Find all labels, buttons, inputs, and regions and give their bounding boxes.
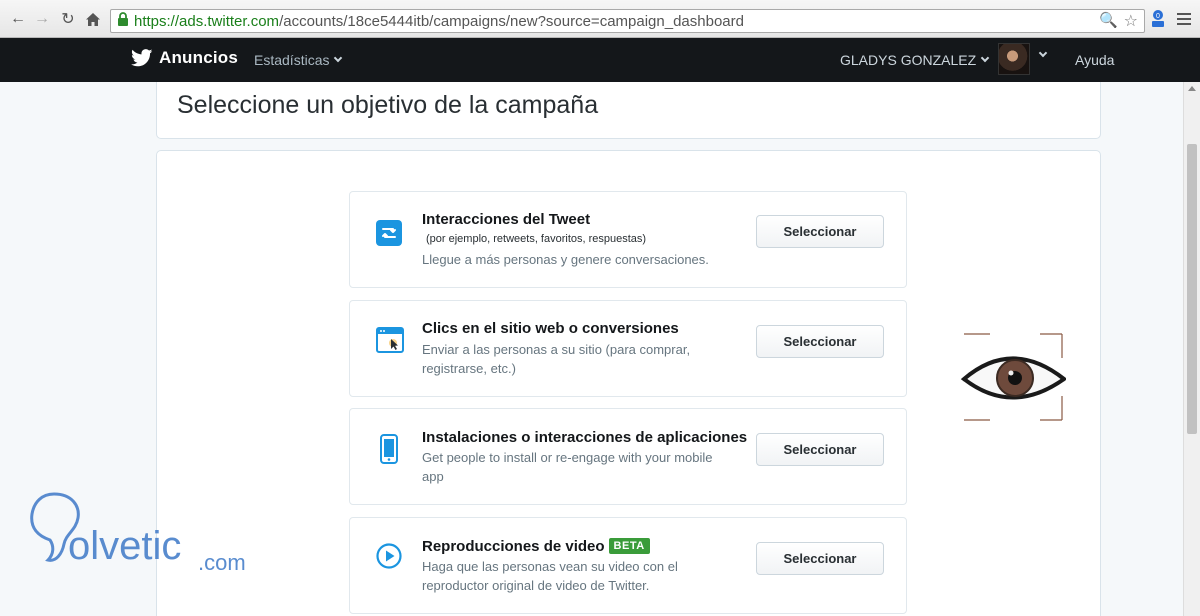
- objective-card-tweet-engagements: Interacciones del Tweet (por ejemplo, re…: [349, 191, 907, 288]
- stats-menu-label: Estadísticas: [254, 52, 330, 68]
- objective-card-app-installs: Instalaciones o interacciones de aplicac…: [349, 408, 907, 505]
- avatar[interactable]: [998, 43, 1030, 75]
- scroll-up-arrow-icon[interactable]: [1188, 86, 1196, 91]
- extension-icon[interactable]: 0: [1150, 9, 1166, 29]
- address-bar[interactable]: https://ads.twitter.com/accounts/18ce544…: [110, 9, 1145, 33]
- url-host: https://ads.twitter.com: [134, 12, 280, 30]
- user-menu[interactable]: GLADYS GONZALEZ: [840, 52, 990, 68]
- objective-description: Llegue a más personas y genere conversac…: [422, 252, 709, 267]
- select-button-app-installs[interactable]: Seleccionar: [756, 433, 884, 466]
- url-path: /accounts/18ce5444itb/campaigns/new?sour…: [279, 12, 744, 30]
- solvetic-watermark: olvetic .com: [20, 488, 260, 578]
- play-icon: [376, 543, 402, 569]
- select-button-website-clicks[interactable]: Seleccionar: [756, 325, 884, 358]
- brand-link[interactable]: Anuncios: [131, 48, 238, 68]
- page-title: Seleccione un objetivo de la campaña: [177, 91, 599, 119]
- lock-icon: [117, 12, 129, 30]
- objective-title: Interacciones del Tweet: [422, 211, 591, 228]
- objective-title: Instalaciones o interacciones de aplicac…: [422, 429, 748, 446]
- objective-title: Reproducciones de video BETA: [422, 538, 650, 555]
- retweet-icon: [376, 220, 402, 246]
- svg-text:0: 0: [1156, 13, 1160, 20]
- help-link[interactable]: Ayuda: [1075, 52, 1114, 68]
- browser-menu-icon[interactable]: [1176, 10, 1192, 28]
- objective-description: Haga que las personas vean su video con …: [422, 559, 678, 593]
- objective-description: Get people to install or re-engage with …: [422, 450, 713, 484]
- home-icon[interactable]: [83, 9, 103, 29]
- objective-card-website-clicks: Clics en el sitio web o conversiones Env…: [349, 300, 907, 397]
- user-name: GLADYS GONZALEZ: [840, 52, 977, 68]
- zoom-icon[interactable]: 🔍: [1099, 11, 1118, 29]
- twitter-bird-icon: [131, 49, 153, 67]
- chevron-down-icon: [334, 53, 343, 63]
- beta-badge: BETA: [608, 538, 650, 554]
- bookmark-star-icon[interactable]: ☆: [1124, 11, 1138, 31]
- reload-icon[interactable]: ↻: [58, 9, 78, 29]
- stats-menu[interactable]: Estadísticas: [254, 52, 343, 68]
- chevron-down-icon[interactable]: [1038, 48, 1048, 58]
- back-arrow-icon[interactable]: ←: [8, 9, 28, 29]
- browser-toolbar: ← → ↻ https://ads.twitter.com/accounts/1…: [0, 0, 1200, 38]
- select-button-video-views[interactable]: Seleccionar: [756, 542, 884, 575]
- brand-label: Anuncios: [159, 48, 239, 67]
- chevron-down-icon: [980, 53, 990, 63]
- select-button-tweet-engagements[interactable]: Seleccionar: [756, 215, 884, 248]
- scroll-thumb[interactable]: [1187, 144, 1197, 434]
- ads-topbar: Anuncios Estadísticas GLADYS GONZALEZ Ay…: [0, 38, 1200, 82]
- objective-title-text: Reproducciones de video: [422, 538, 605, 555]
- objective-description: Enviar a las personas a su sitio (para c…: [422, 342, 691, 376]
- mobile-icon: [380, 434, 398, 464]
- objective-title: Clics en el sitio web o conversiones: [422, 320, 679, 337]
- website-click-icon: [376, 327, 404, 353]
- page-scrollbar[interactable]: [1183, 82, 1200, 616]
- eye-icon: [960, 332, 1068, 424]
- watermark-suffix: .com: [198, 550, 246, 575]
- watermark-brand: olvetic: [68, 524, 182, 568]
- title-card: Seleccione un objetivo de la campaña: [156, 82, 1101, 139]
- objective-card-video-views: Reproducciones de video BETA Haga que las…: [349, 517, 907, 614]
- forward-arrow-icon[interactable]: →: [32, 9, 52, 29]
- objective-subtitle: (por ejemplo, retweets, favoritos, respu…: [426, 233, 647, 245]
